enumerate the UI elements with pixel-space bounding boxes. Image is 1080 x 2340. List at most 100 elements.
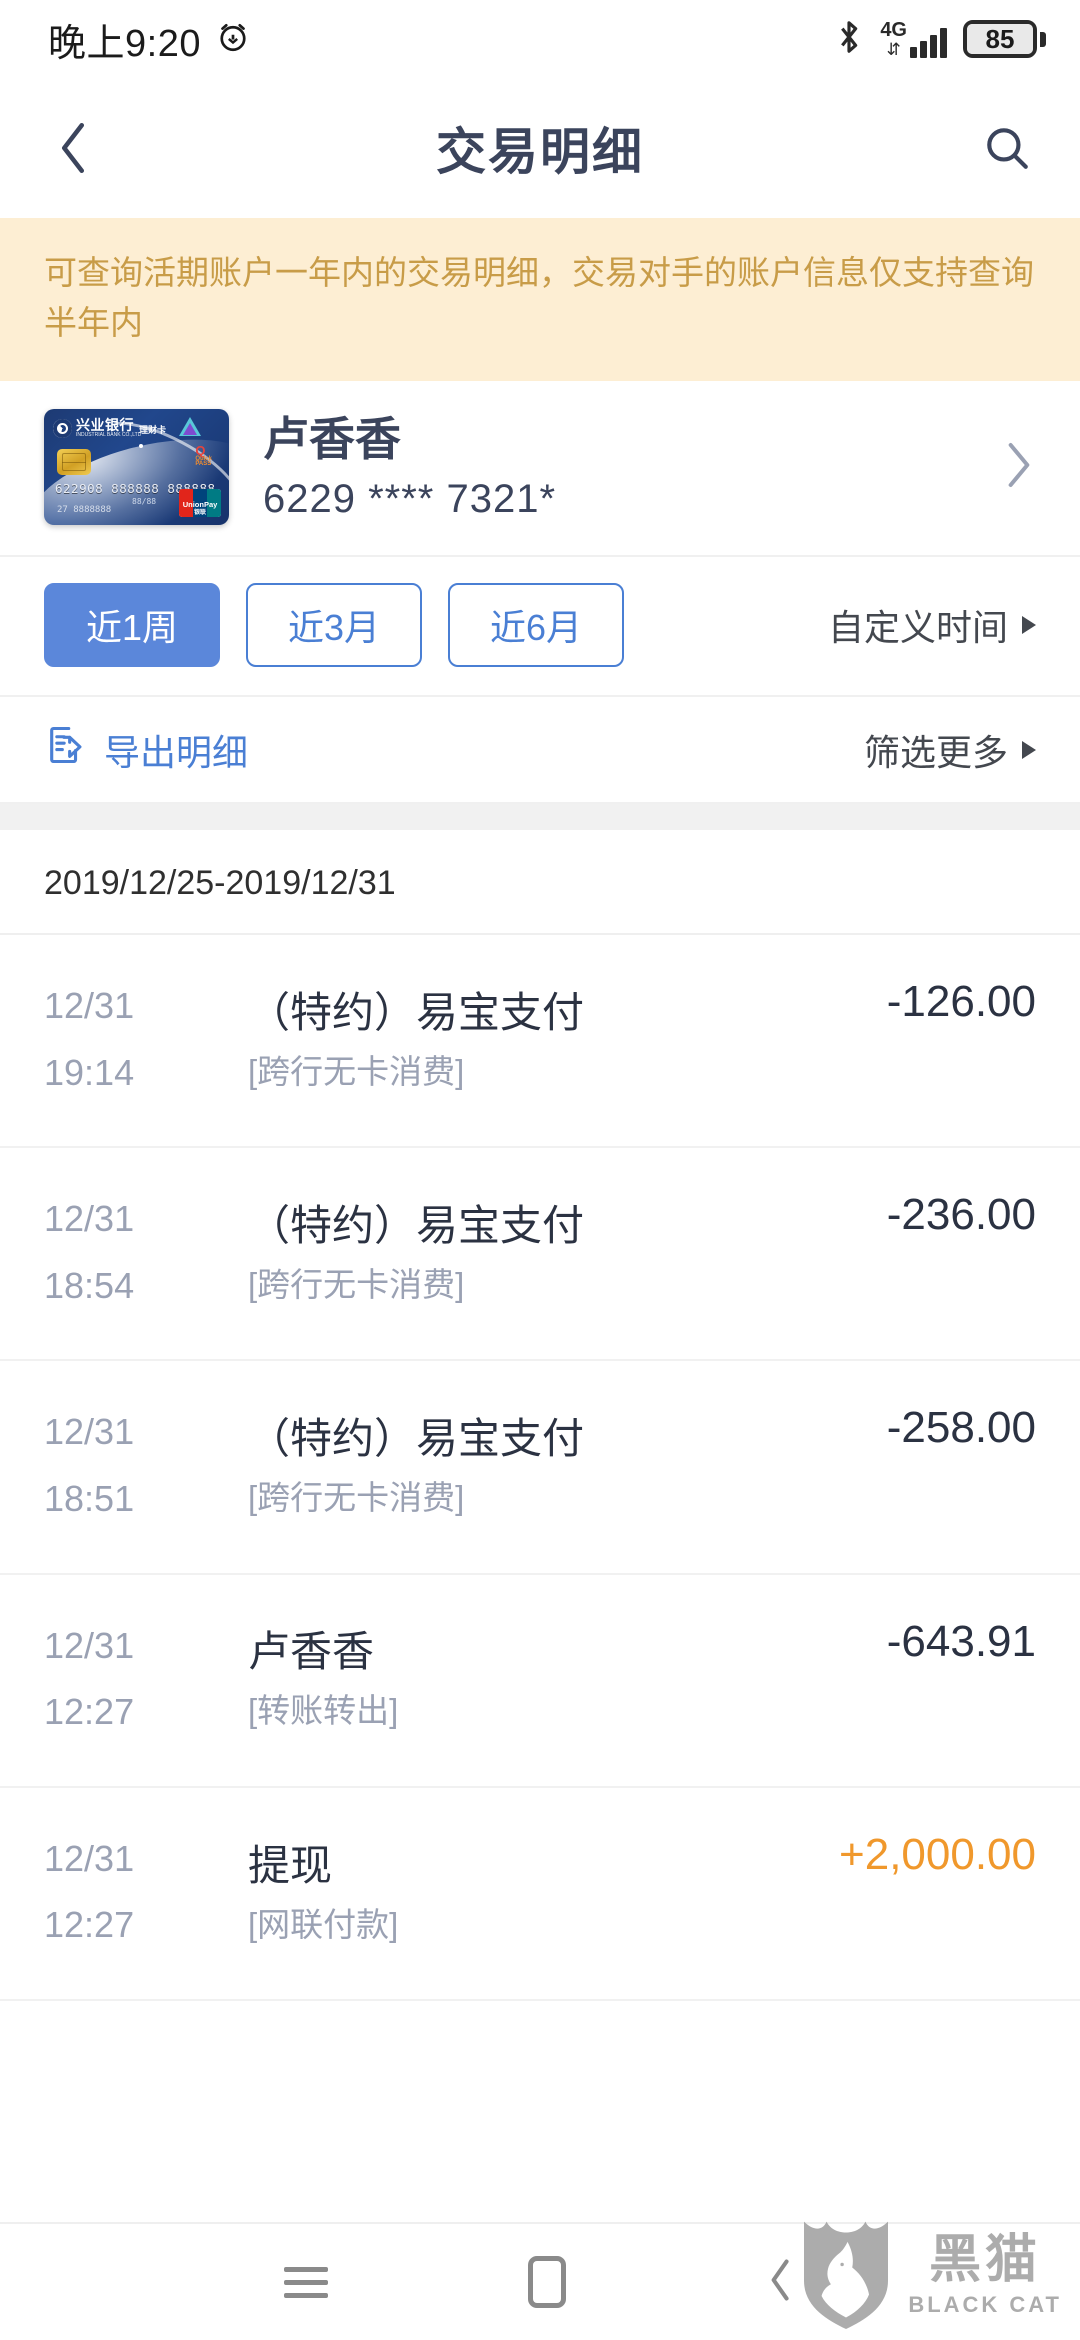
transaction-subtitle: [转账转出] [248, 1692, 399, 1730]
page-header: 交易明细 [0, 78, 1080, 218]
custom-time-label: 自定义时间 [827, 607, 1008, 648]
transaction-description: （特约）易宝支付 [跨行无卡消费] [248, 1193, 853, 1313]
export-details-label: 导出明细 [104, 731, 249, 773]
custom-time-button[interactable]: 自定义时间 [828, 599, 1036, 651]
transaction-time: 19:14 [44, 1051, 135, 1093]
table-row[interactable]: 12/31 18:51 （特约）易宝支付 [跨行无卡消费] -258.00 [0, 1361, 1080, 1575]
transaction-time: 18:51 [44, 1477, 135, 1519]
transaction-datetime: 12/31 12:27 [44, 1613, 214, 1746]
watermark-name-en: BLACK CAT [908, 2291, 1062, 2317]
transaction-title: 卢香香 [248, 1628, 375, 1676]
transaction-date: 12/31 [44, 1624, 135, 1666]
transaction-title: （特约）易宝支付 [248, 988, 585, 1036]
triangle-right-icon [1022, 740, 1036, 759]
transaction-description: （特约）易宝支付 [跨行无卡消费] [248, 1406, 853, 1526]
time-filter-row: 近1周 近3月 近6月 自定义时间 [0, 557, 1080, 697]
alarm-icon [215, 19, 251, 60]
nav-back-icon[interactable] [766, 2256, 796, 2309]
watermark-name-cn: 黑猫 [929, 2230, 1042, 2289]
transaction-datetime: 12/31 19:14 [44, 973, 214, 1106]
transaction-amount: -126.00 [886, 977, 1036, 1026]
date-range-label: 2019/12/25-2019/12/31 [0, 830, 1080, 935]
card-emblem-icon [179, 417, 201, 436]
app-screen: 晚上9:20 4G ⇵ 85 交易明细 可查询活期账户一年内的交易明细，交易对手… [0, 0, 1080, 2340]
info-banner: 可查询活期账户一年内的交易明细，交易对手的账户信息仅支持查询半年内 [0, 218, 1080, 381]
transaction-description: 提现 [网联付款] [248, 1833, 805, 1953]
filter-chip-1week[interactable]: 近1周 [44, 583, 220, 667]
status-bar-right: 4G ⇵ 85 [834, 17, 1046, 62]
table-row[interactable]: 12/31 18:54 （特约）易宝支付 [跨行无卡消费] -236.00 [0, 1148, 1080, 1362]
status-bar-clock: 晚上9:20 [48, 22, 201, 65]
transaction-subtitle: [跨行无卡消费] [248, 1266, 465, 1304]
transaction-description: 卢香香 [转账转出] [248, 1619, 853, 1739]
card-expiry: 88/88 [132, 497, 157, 506]
transaction-amount: +2,000.00 [839, 1829, 1036, 1879]
card-chip-icon [57, 449, 91, 475]
transaction-title: （特约）易宝支付 [248, 1415, 585, 1463]
quickpass-logo: Q Quick PASS [195, 443, 212, 468]
export-filter-row: 导出明细 筛选更多 [0, 697, 1080, 804]
cellular-status: 4G ⇵ [880, 20, 947, 58]
account-masked-number: 6229 **** 7321* [263, 476, 557, 521]
status-bar-left: 晚上9:20 [48, 12, 251, 67]
back-button[interactable] [46, 121, 100, 175]
unionpay-logo-icon: UnionPay 银联 [179, 489, 221, 517]
search-button[interactable] [980, 121, 1034, 175]
table-row[interactable]: 12/31 19:14 （特约）易宝支付 [跨行无卡消费] -126.00 [0, 935, 1080, 1149]
unionpay-label: UnionPay [182, 500, 218, 510]
transaction-time: 12:27 [44, 1904, 135, 1946]
bank-name-cn: 兴业银行 [76, 417, 134, 433]
black-cat-shield-icon [798, 2217, 894, 2334]
transaction-date: 12/31 [44, 985, 135, 1026]
data-arrows-icon: ⇵ [886, 40, 901, 59]
bank-logo: 兴业银行 INDUSTRIAL BANK CO.,LTD [53, 418, 141, 438]
account-info: 卢香香 6229 **** 7321* [263, 412, 968, 521]
filter-chip-3months[interactable]: 近3月 [246, 583, 422, 667]
watermark: 黑猫 BLACK CAT [798, 2217, 1062, 2334]
transaction-amount: -258.00 [886, 1403, 1036, 1453]
industrial-bank-spiral-icon [53, 418, 72, 438]
filter-chip-6months[interactable]: 近6月 [448, 583, 624, 667]
transaction-datetime: 12/31 12:27 [44, 1826, 214, 1959]
network-type: 4G ⇵ [880, 19, 907, 59]
transaction-date: 12/31 [44, 1837, 135, 1879]
transaction-time: 18:54 [44, 1264, 135, 1306]
account-holder-name: 卢香香 [263, 413, 401, 466]
transaction-datetime: 12/31 18:51 [44, 1399, 214, 1532]
triangle-right-icon [1022, 616, 1036, 634]
home-icon[interactable] [528, 2256, 566, 2308]
card-embossed-secondary: 27 8888888 [57, 505, 112, 515]
recents-icon[interactable] [284, 2266, 328, 2298]
transaction-amount: -643.91 [886, 1616, 1036, 1666]
card-type-label: 理财卡 [139, 425, 167, 435]
battery-icon: 85 [963, 20, 1037, 58]
status-bar: 晚上9:20 4G ⇵ 85 [0, 0, 1080, 78]
bank-name-en: INDUSTRIAL BANK CO.,LTD [76, 432, 142, 438]
transaction-date: 12/31 [44, 1411, 135, 1453]
unionpay-sub: 银联 [193, 510, 206, 517]
section-divider [0, 804, 1080, 830]
transaction-amount: -236.00 [886, 1190, 1036, 1240]
signal-bars-icon [910, 28, 947, 58]
bank-card-thumbnail: 兴业银行 INDUSTRIAL BANK CO.,LTD 理财卡 Q Quick… [44, 409, 229, 525]
transaction-subtitle: [跨行无卡消费] [248, 1479, 465, 1517]
more-filter-label: 筛选更多 [863, 731, 1008, 773]
transaction-description: （特约）易宝支付 [跨行无卡消费] [248, 980, 853, 1100]
transaction-time: 12:27 [44, 1691, 135, 1733]
battery-percent: 85 [985, 23, 1015, 54]
transaction-title: 提现 [248, 1841, 333, 1889]
account-chevron-right-icon[interactable] [1002, 440, 1036, 495]
table-row[interactable]: 12/31 12:27 卢香香 [转账转出] -643.91 [0, 1574, 1080, 1788]
transaction-subtitle: [网联付款] [248, 1905, 399, 1943]
transaction-list: 12/31 19:14 （特约）易宝支付 [跨行无卡消费] -126.00 12… [0, 935, 1080, 2001]
transaction-subtitle: [跨行无卡消费] [248, 1052, 465, 1090]
export-document-icon [44, 723, 88, 776]
quickpass-sub: PASS [195, 461, 212, 468]
export-details-button[interactable]: 导出明细 [44, 723, 248, 776]
account-card-row[interactable]: 兴业银行 INDUSTRIAL BANK CO.,LTD 理财卡 Q Quick… [0, 381, 1080, 557]
transaction-datetime: 12/31 18:54 [44, 1186, 214, 1319]
battery-indicator: 85 [963, 20, 1046, 58]
table-row[interactable]: 12/31 12:27 提现 [网联付款] +2,000.00 [0, 1787, 1080, 2001]
more-filter-button[interactable]: 筛选更多 [864, 724, 1036, 776]
transaction-date: 12/31 [44, 1198, 135, 1240]
